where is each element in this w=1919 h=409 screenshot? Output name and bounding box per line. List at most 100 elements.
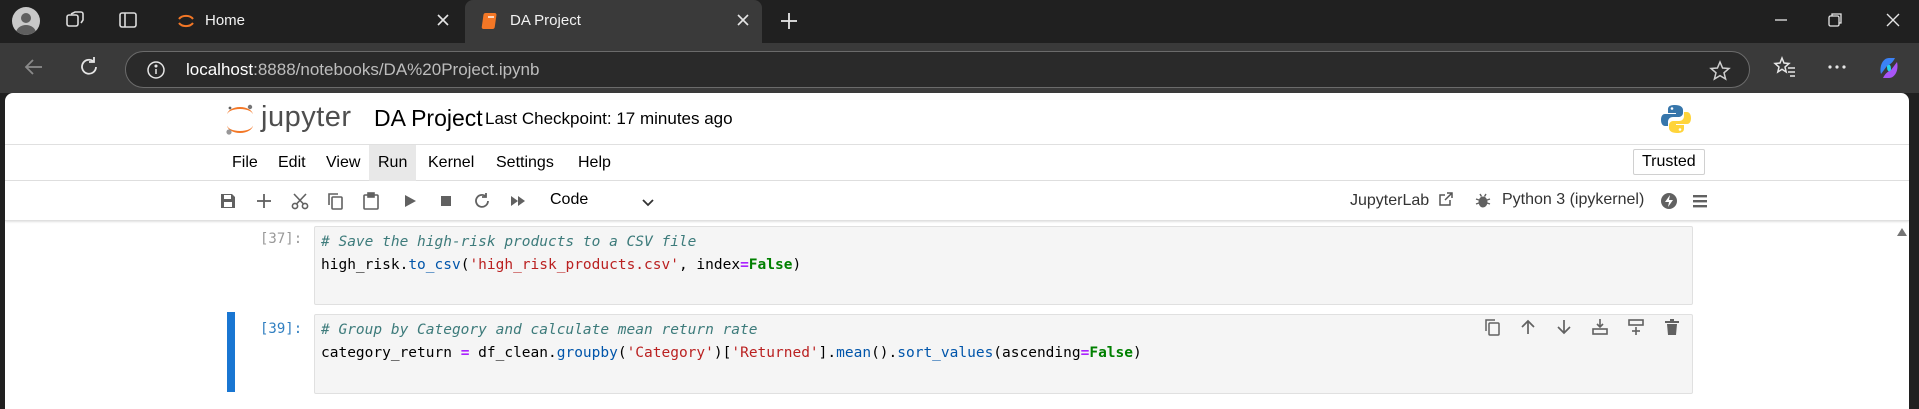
insert-below-icon[interactable]	[1627, 318, 1645, 336]
tab-title: DA Project	[510, 12, 581, 29]
menu-view[interactable]: View	[317, 145, 369, 181]
code-token: high_risk	[321, 257, 400, 273]
info-icon[interactable]	[146, 60, 166, 80]
restart-icon[interactable]	[473, 192, 491, 210]
cut-icon[interactable]	[291, 192, 309, 210]
code-token: (ascending	[993, 345, 1081, 361]
tab-actions-icon[interactable]	[117, 9, 139, 31]
more-options-icon[interactable]	[1825, 55, 1849, 79]
execution-count: [37]:	[260, 231, 303, 247]
notebook-title[interactable]: DA Project	[374, 105, 483, 132]
chevron-down-icon[interactable]	[640, 194, 656, 210]
reload-icon[interactable]	[77, 55, 101, 79]
code-token: False	[1089, 345, 1133, 361]
code-token: 'high_risk_products.csv'	[469, 257, 679, 273]
kernel-status-icon	[1660, 192, 1678, 210]
cell-type-select[interactable]: Code	[550, 191, 588, 209]
trusted-indicator[interactable]: Trusted	[1633, 149, 1705, 175]
code-editor[interactable]: # Save the high-risk products to a CSV f…	[314, 226, 1693, 305]
favorite-star-icon[interactable]	[1709, 60, 1731, 82]
delete-icon[interactable]	[1663, 318, 1681, 336]
code-token: category_return	[321, 345, 461, 361]
code-token: 'Returned'	[731, 345, 819, 361]
kernel-menu-icon[interactable]	[1691, 192, 1709, 210]
code-token: .	[548, 345, 557, 361]
code-line: category_return = df_clean.groupby('Cate…	[321, 345, 1142, 361]
python-logo-icon	[1660, 103, 1692, 135]
address-bar[interactable]: localhost:8888/notebooks/DA%20Project.ip…	[125, 51, 1750, 88]
run-icon[interactable]	[401, 192, 419, 210]
code-cell-active[interactable]: [39]: # Group by Category and calculate …	[220, 312, 1700, 396]
jupyter-favicon-icon	[176, 11, 196, 31]
kernel-name[interactable]: Python 3 (ipykernel)	[1502, 191, 1644, 209]
stop-icon[interactable]	[437, 192, 455, 210]
code-token: )	[1133, 345, 1142, 361]
tab-home[interactable]: Home	[160, 0, 462, 41]
menu-kernel[interactable]: Kernel	[419, 145, 483, 181]
menu-settings[interactable]: Settings	[487, 145, 563, 181]
insert-above-icon[interactable]	[1591, 318, 1609, 336]
address-bar-row: localhost:8888/notebooks/DA%20Project.ip…	[0, 43, 1919, 93]
profile-avatar[interactable]	[12, 7, 40, 35]
workspaces-icon[interactable]	[64, 9, 86, 31]
jupyter-logo-icon[interactable]	[223, 101, 257, 137]
copy-icon[interactable]	[326, 192, 344, 210]
menu-bar: File Edit View Run Kernel Settings Help …	[5, 145, 1909, 181]
code-token: sort_values	[897, 345, 994, 361]
code-line: high_risk.to_csv('high_risk_products.csv…	[321, 257, 801, 273]
close-window-icon[interactable]	[1883, 10, 1903, 30]
scroll-up-arrow-icon[interactable]	[1896, 227, 1908, 237]
code-token: ()	[871, 345, 889, 361]
active-cell-indicator[interactable]	[227, 312, 235, 392]
move-down-icon[interactable]	[1555, 318, 1573, 336]
code-token: .	[888, 345, 898, 361]
move-up-icon[interactable]	[1519, 318, 1537, 336]
browser-titlebar: Home DA Project	[0, 0, 1919, 43]
favorites-icon[interactable]	[1773, 55, 1797, 79]
minimize-icon[interactable]	[1771, 10, 1791, 30]
execution-count: [39]:	[260, 321, 303, 337]
paste-icon[interactable]	[362, 192, 380, 210]
tab-title: Home	[205, 12, 246, 29]
code-token: 'Category'	[626, 345, 714, 361]
add-cell-icon[interactable]	[255, 192, 273, 210]
menu-help[interactable]: Help	[569, 145, 620, 181]
jupyter-logo-text[interactable]: jupyter	[261, 101, 352, 134]
code-token: )	[792, 257, 802, 273]
code-token: to_csv	[408, 257, 461, 273]
save-icon[interactable]	[219, 192, 237, 210]
code-cell[interactable]: [37]: # Save the high-risk products to a…	[220, 222, 1700, 306]
code-token: False	[748, 257, 793, 273]
jupyterlab-link[interactable]: JupyterLab	[1350, 191, 1454, 210]
tab-da-project[interactable]: DA Project	[465, 0, 762, 43]
duplicate-icon[interactable]	[1483, 318, 1501, 336]
menu-edit[interactable]: Edit	[269, 145, 315, 181]
restore-icon[interactable]	[1825, 10, 1845, 30]
new-tab-icon[interactable]	[778, 10, 800, 32]
code-token: # Group by Category and calculate mean r…	[321, 322, 758, 338]
menu-run[interactable]: Run	[369, 145, 417, 181]
code-token: # Save the high-risk products to a CSV f…	[321, 234, 697, 250]
external-link-icon	[1438, 191, 1454, 207]
code-line: # Save the high-risk products to a CSV f…	[321, 234, 696, 250]
notebook-favicon-icon	[481, 11, 501, 31]
notebook-cells: [37]: # Save the high-risk products to a…	[5, 222, 1909, 409]
back-arrow-icon[interactable]	[22, 55, 46, 79]
code-token: mean	[836, 345, 872, 361]
url-text[interactable]: localhost:8888/notebooks/DA%20Project.ip…	[186, 60, 539, 80]
run-all-icon[interactable]	[509, 192, 527, 210]
notebook-header: jupyter DA Project Last Checkpoint: 17 m…	[5, 93, 1909, 145]
code-token: (	[617, 345, 627, 361]
menu-file[interactable]: File	[223, 145, 267, 181]
code-token: df_clean	[469, 345, 548, 361]
copilot-icon[interactable]	[1875, 54, 1903, 82]
notebook-toolbar: Code JupyterLab Python 3 (ipykernel)	[5, 181, 1909, 221]
code-token: .	[399, 257, 409, 273]
close-tab-icon[interactable]	[436, 13, 450, 27]
close-tab-icon[interactable]	[736, 13, 750, 27]
bug-icon[interactable]	[1475, 193, 1491, 209]
code-token: , index	[678, 257, 741, 273]
code-line: # Group by Category and calculate mean r…	[321, 322, 758, 338]
jupyter-page: jupyter DA Project Last Checkpoint: 17 m…	[5, 93, 1909, 409]
code-token: )[	[713, 345, 732, 361]
